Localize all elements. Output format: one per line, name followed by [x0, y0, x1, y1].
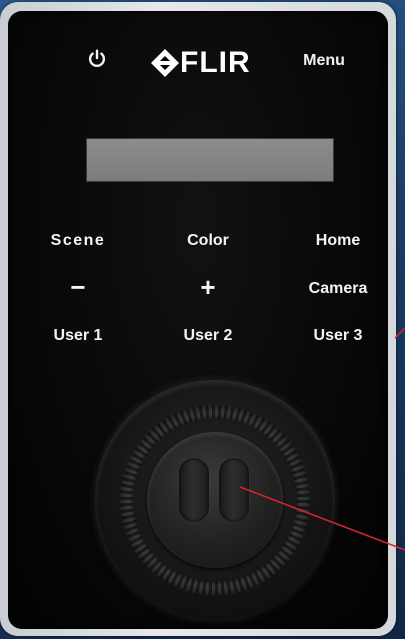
- joystick-left-grip: [179, 458, 209, 522]
- user-1-button[interactable]: User 1: [23, 323, 133, 349]
- color-button[interactable]: Color: [153, 228, 263, 254]
- flir-logo-icon: [151, 49, 179, 77]
- home-button[interactable]: Home: [283, 228, 393, 254]
- callout-line-user3: [394, 327, 405, 339]
- logo-text: FLIR: [180, 46, 251, 79]
- lcd-display: [86, 138, 334, 182]
- scene-button[interactable]: Scene: [23, 228, 133, 254]
- joystick[interactable]: [95, 380, 335, 620]
- minus-button[interactable]: −: [23, 274, 133, 300]
- joystick-cap[interactable]: [147, 432, 283, 568]
- user-2-button[interactable]: User 2: [153, 323, 263, 349]
- user-3-button[interactable]: User 3: [283, 323, 393, 349]
- power-button[interactable]: [78, 40, 116, 78]
- plus-button[interactable]: +: [153, 274, 263, 300]
- flir-logo: FLIR: [150, 44, 270, 84]
- menu-button[interactable]: Menu: [294, 52, 354, 72]
- joystick-right-grip: [219, 458, 249, 522]
- power-icon: [88, 49, 106, 68]
- camera-button[interactable]: Camera: [283, 276, 393, 302]
